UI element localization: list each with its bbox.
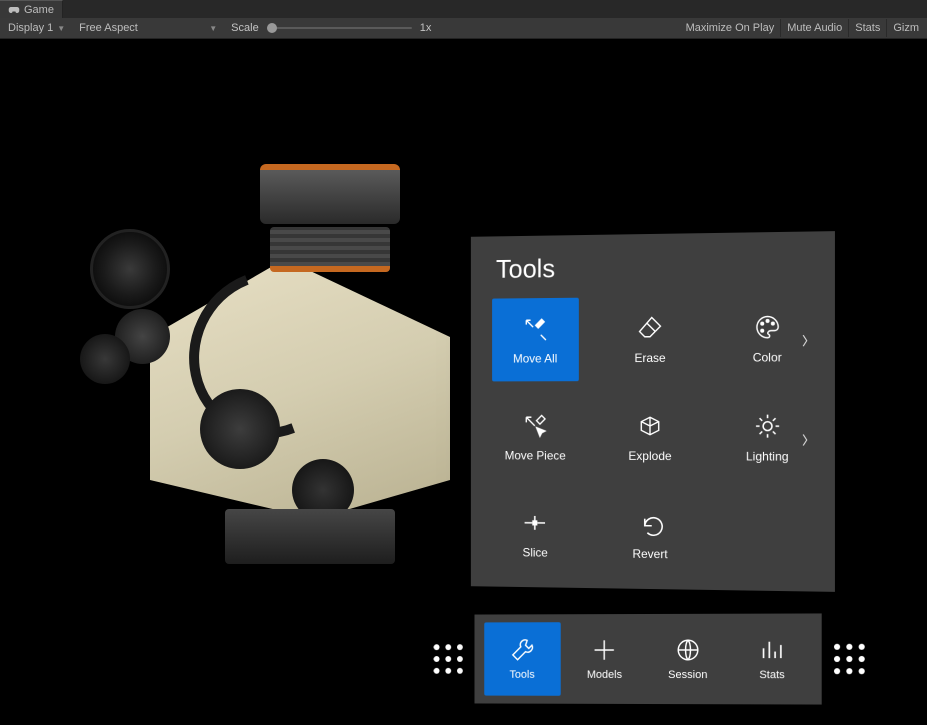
panel-title: Tools — [496, 250, 823, 285]
caret-icon: ▼ — [209, 24, 217, 33]
engine-pulley — [80, 334, 130, 384]
aspect-dropdown[interactable]: Free Aspect ▼ — [73, 19, 223, 37]
stats-icon — [759, 637, 785, 663]
move-piece-icon — [521, 411, 550, 441]
panel-grid: Move All Erase Color 〉 Move Piece — [482, 295, 822, 579]
dock-label: Models — [587, 669, 622, 681]
dock-tools[interactable]: Tools — [484, 622, 560, 696]
slider-thumb[interactable] — [267, 23, 277, 33]
move-all-icon — [521, 314, 550, 344]
engine-intake — [270, 227, 390, 272]
scale-slider[interactable] — [267, 27, 412, 29]
tool-move-all[interactable]: Move All — [492, 298, 578, 382]
dock-label: Stats — [759, 669, 784, 681]
tool-label: Move All — [513, 351, 557, 365]
session-icon — [675, 637, 701, 663]
toolbar-row: Display 1 ▼ Free Aspect ▼ Scale 1x Maxim… — [0, 18, 927, 38]
tool-label: Move Piece — [505, 449, 566, 463]
display-dropdown[interactable]: Display 1 ▼ — [2, 19, 71, 37]
scale-value: 1x — [420, 22, 432, 34]
scale-label: Scale — [231, 22, 259, 34]
stats-button[interactable]: Stats — [848, 19, 886, 37]
caret-icon: ▼ — [57, 24, 65, 33]
slice-icon — [521, 508, 550, 538]
explode-icon — [635, 411, 665, 441]
gizmos-button[interactable]: Gizm — [886, 19, 925, 37]
dock-session[interactable]: Session — [649, 622, 727, 696]
tool-explode[interactable]: Explode — [606, 395, 694, 479]
aspect-value: Free Aspect — [79, 22, 138, 34]
tool-label: Color — [753, 350, 782, 364]
revert-icon — [635, 509, 665, 539]
tab-row: Game — [0, 0, 927, 18]
chevron-right-icon: 〉 — [802, 332, 814, 349]
tool-color[interactable]: Color 〉 — [722, 295, 812, 380]
engine-cover — [260, 164, 400, 224]
lighting-icon — [752, 411, 782, 441]
scale-control: Scale 1x — [225, 22, 437, 34]
dock-label: Session — [668, 669, 707, 681]
erase-icon — [635, 313, 665, 343]
dock-stats[interactable]: Stats — [733, 622, 812, 697]
game-viewport[interactable]: Tools Move All Erase Color 〉 — [0, 39, 927, 725]
models-icon — [592, 637, 618, 663]
mute-button[interactable]: Mute Audio — [780, 19, 848, 37]
display-value: Display 1 — [8, 22, 53, 34]
unity-top-bar: Game Display 1 ▼ Free Aspect ▼ Scale 1x … — [0, 0, 927, 39]
game-tab[interactable]: Game — [0, 0, 63, 18]
tool-revert[interactable]: Revert — [606, 493, 694, 578]
tab-label: Game — [24, 4, 54, 16]
tool-label: Lighting — [746, 449, 789, 463]
tool-label: Slice — [522, 545, 547, 559]
engine-oil-pan — [225, 509, 395, 564]
color-icon — [752, 312, 782, 343]
tool-label: Erase — [634, 351, 665, 365]
dock: Tools Models Session Stats — [475, 613, 822, 704]
tool-label: Revert — [632, 547, 667, 561]
engine-pulley — [90, 229, 170, 309]
tools-icon — [509, 637, 534, 663]
tool-erase[interactable]: Erase — [606, 297, 694, 382]
dock-wrapper: Tools Models Session Stats — [434, 613, 865, 704]
dock-grip-left[interactable] — [434, 644, 463, 674]
tools-panel: Tools Move All Erase Color 〉 — [471, 231, 835, 592]
tool-label: Explode — [628, 449, 671, 463]
dock-models[interactable]: Models — [566, 622, 643, 696]
maximize-button[interactable]: Maximize On Play — [680, 19, 781, 37]
dock-grip-right[interactable] — [834, 644, 865, 674]
engine-model — [80, 159, 480, 569]
tool-slice[interactable]: Slice — [492, 492, 578, 576]
tool-move-piece[interactable]: Move Piece — [492, 395, 578, 478]
chevron-right-icon: 〉 — [802, 431, 814, 448]
gamepad-icon — [8, 6, 20, 14]
tool-lighting[interactable]: Lighting 〉 — [722, 395, 812, 480]
dock-label: Tools — [510, 669, 535, 681]
engine-pulley — [200, 389, 280, 469]
toolbar-right: Maximize On Play Mute Audio Stats Gizm — [680, 19, 925, 37]
